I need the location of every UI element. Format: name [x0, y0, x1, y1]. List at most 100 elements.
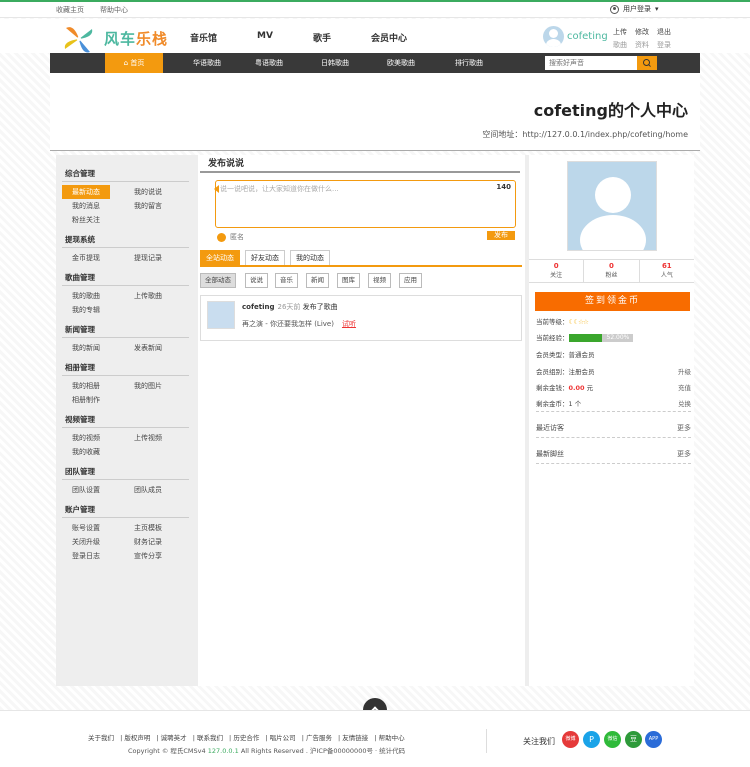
footer-link-contact[interactable]: 联系我们: [197, 734, 223, 742]
login-link[interactable]: 登录: [657, 40, 679, 50]
footer-link-copyright[interactable]: 版权声明: [124, 734, 150, 742]
feed-filters: 全部动态 说说 音乐 新闻 图库 视频 应用: [200, 273, 522, 290]
feed-user[interactable]: cofeting: [242, 303, 275, 311]
nav-singers[interactable]: 歌手: [313, 31, 331, 44]
nav-western[interactable]: 欧美歌曲: [370, 53, 432, 73]
profile-link[interactable]: 资料: [635, 40, 657, 50]
sidebar-item-my-albums[interactable]: 我的相册: [72, 381, 100, 391]
sidebar-item-guestbook[interactable]: 我的留言: [134, 201, 162, 211]
footer-link-jobs[interactable]: 诚聘英才: [161, 734, 187, 742]
sidebar-item-finance-log[interactable]: 财务记录: [134, 537, 162, 547]
sidebar-item-account-settings[interactable]: 账号设置: [72, 523, 100, 533]
nav-member-center[interactable]: 会员中心: [371, 31, 407, 44]
publish-button[interactable]: 发布: [487, 231, 515, 240]
feed-song[interactable]: 再之演 - 你还要我怎样 (Live): [242, 320, 334, 328]
footer-link-ads[interactable]: 广告服务: [306, 734, 332, 742]
sidebar-item-withdraw-log[interactable]: 提现记录: [134, 253, 162, 263]
wechat-icon[interactable]: 微信: [604, 731, 621, 748]
copyright: Copyright © 程氏CMSv4 127.0.0.1 All Rights…: [128, 747, 406, 755]
sidebar-item-post-news[interactable]: 发表新闻: [134, 343, 162, 353]
sidebar-item-make-album[interactable]: 相册制作: [72, 395, 100, 405]
user-icon: [610, 4, 619, 14]
more-traces-link[interactable]: 更多: [677, 449, 691, 459]
username[interactable]: cofeting: [567, 31, 608, 42]
exchange-link[interactable]: 兑换: [678, 398, 691, 408]
nav-chinese[interactable]: 华语歌曲: [176, 53, 238, 73]
sidebar-item-upload-song[interactable]: 上传歌曲: [134, 291, 162, 301]
listen-link[interactable]: 试听: [342, 320, 356, 328]
filter-gallery[interactable]: 图库: [337, 273, 360, 288]
filter-music[interactable]: 音乐: [275, 273, 298, 288]
sidebar-item-team-members[interactable]: 团队成员: [134, 485, 162, 495]
edit-link[interactable]: 修改: [635, 27, 657, 37]
stat-popularity[interactable]: 61 人气: [640, 260, 694, 282]
sidebar-item-home-template[interactable]: 主页模板: [134, 523, 162, 533]
footer-link-friends[interactable]: 友情链接: [342, 734, 368, 742]
sidebar-item-albums[interactable]: 我的专辑: [72, 305, 100, 315]
app-icon[interactable]: APP: [645, 731, 662, 748]
recharge-link[interactable]: 充值: [678, 382, 691, 392]
sidebar-item-shuoshuo[interactable]: 我的说说: [134, 187, 162, 197]
filter-news[interactable]: 新闻: [306, 273, 329, 288]
sidebar-item-share[interactable]: 宣传分享: [134, 551, 162, 561]
sidebar-item-login-log[interactable]: 登录日志: [72, 551, 100, 561]
sidebar-item-fans[interactable]: 粉丝关注: [72, 215, 100, 225]
nav-mv[interactable]: MV: [257, 31, 273, 44]
filter-apps[interactable]: 应用: [399, 273, 422, 288]
douban-icon[interactable]: 豆: [625, 731, 642, 748]
sidebar-item-withdraw[interactable]: 金币提现: [72, 253, 100, 263]
profile-avatar[interactable]: [567, 161, 657, 251]
tab-my-feed[interactable]: 我的动态: [290, 250, 330, 265]
sidebar-item-messages[interactable]: 我的消息: [72, 201, 100, 211]
weibo-icon[interactable]: 微博: [562, 731, 579, 748]
divider: [536, 463, 691, 464]
nav-jpkr[interactable]: 日韩歌曲: [304, 53, 366, 73]
stat-following[interactable]: 0 关注: [529, 260, 585, 282]
sidebar-item-my-news[interactable]: 我的新闻: [72, 343, 100, 353]
more-visitors-link[interactable]: 更多: [677, 423, 691, 433]
pinterest-icon[interactable]: P: [583, 731, 600, 748]
profile-banner: cofeting的个人中心 空间地址：http://127.0.0.1/inde…: [50, 73, 700, 151]
sign-in-button[interactable]: 签到领金币: [535, 292, 690, 311]
post-textarea[interactable]: 说一说吧说，让大家知道你在做什么... 140: [214, 180, 516, 228]
songs-link[interactable]: 歌曲: [613, 40, 635, 50]
footer-link-labels[interactable]: 唱片公司: [270, 734, 296, 742]
filter-all[interactable]: 全部动态: [200, 273, 236, 288]
footer-link-help[interactable]: 帮助中心: [379, 734, 405, 742]
help-link[interactable]: 帮助中心: [100, 6, 128, 14]
tab-friends-feed[interactable]: 好友动态: [245, 250, 285, 265]
favorite-link[interactable]: 收藏主页: [56, 6, 84, 14]
filter-shuoshuo[interactable]: 说说: [245, 273, 268, 288]
nav-music-hall[interactable]: 音乐馆: [190, 31, 217, 44]
feed-avatar[interactable]: [207, 301, 235, 329]
nav-home[interactable]: ⌂ 首页: [105, 53, 163, 73]
sidebar-item-my-images[interactable]: 我的图片: [134, 381, 162, 391]
space-url-link[interactable]: http://127.0.0.1/index.php/cofeting/home: [522, 130, 688, 139]
logout-link[interactable]: 退出: [657, 27, 679, 37]
footer-link-history[interactable]: 历史合作: [233, 734, 259, 742]
sidebar-item-team-settings[interactable]: 团队设置: [72, 485, 100, 495]
tab-all-feed[interactable]: 全站动态: [200, 250, 240, 265]
nav-cantonese[interactable]: 粤语歌曲: [238, 53, 300, 73]
windmill-logo-icon[interactable]: [60, 22, 98, 56]
user-login-menu[interactable]: 用户登录 ▾: [610, 4, 659, 14]
upload-link[interactable]: 上传: [613, 27, 635, 37]
sidebar-item-my-videos[interactable]: 我的视频: [72, 433, 100, 443]
upgrade-link[interactable]: 升级: [678, 366, 691, 376]
search-icon[interactable]: [637, 56, 657, 70]
nav-charts[interactable]: 排行歌曲: [438, 53, 500, 73]
stat-fans[interactable]: 0 粉丝: [584, 260, 640, 282]
footer-link-about[interactable]: 关于我们: [88, 734, 114, 742]
section-videos: 视频管理: [65, 415, 95, 424]
sidebar-item-my-songs[interactable]: 我的歌曲: [72, 291, 100, 301]
sidebar-item-latest[interactable]: 最新动态: [62, 185, 110, 199]
logo-text[interactable]: 风车乐栈: [104, 28, 168, 49]
avatar[interactable]: [543, 26, 564, 47]
filter-video[interactable]: 视频: [368, 273, 391, 288]
search-input[interactable]: [545, 56, 637, 70]
anonymous-toggle[interactable]: 匿名: [217, 232, 244, 242]
sidebar-item-upload-video[interactable]: 上传视频: [134, 433, 162, 443]
recent-traces-row: 最新脚丝 更多: [536, 449, 691, 459]
sidebar-item-favorites[interactable]: 我的收藏: [72, 447, 100, 457]
sidebar-item-upgrade[interactable]: 关闭升级: [72, 537, 100, 547]
